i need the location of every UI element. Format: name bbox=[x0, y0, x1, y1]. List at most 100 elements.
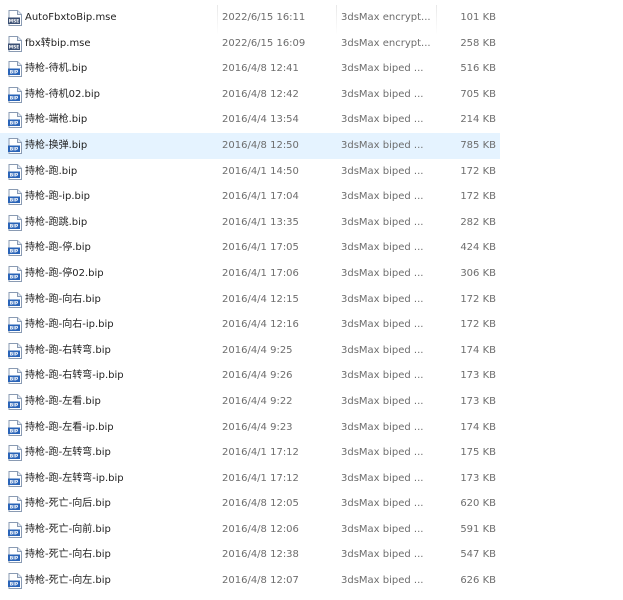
file-row[interactable]: BIP 持枪-待机.bip 2016/4/8 12:41 3dsMax biped .… bbox=[0, 56, 500, 82]
file-type: 3dsMax biped ... bbox=[341, 498, 424, 510]
svg-text:BIP: BIP bbox=[10, 403, 19, 409]
file-row[interactable]: BIP 持枪-端枪.bip 2016/4/4 13:54 3dsMax biped .… bbox=[0, 107, 500, 133]
file-row[interactable]: BIP 持枪-跑-左转弯-ip.bip 2016/4/1 17:12 3dsMax b… bbox=[0, 466, 500, 492]
file-row[interactable]: BIP 持枪-跑-左转弯.bip 2016/4/1 17:12 3dsMax bipe… bbox=[0, 440, 500, 466]
file-date-modified: 2016/4/4 12:15 bbox=[222, 293, 299, 305]
svg-text:BIP: BIP bbox=[10, 351, 19, 357]
svg-text:BIP: BIP bbox=[10, 223, 19, 229]
file-row[interactable]: BIP 持枪-死亡-向后.bip 2016/4/8 12:05 3dsMax bipe… bbox=[0, 491, 500, 517]
file-name[interactable]: 持枪-跑-右转弯-ip.bip bbox=[25, 363, 215, 389]
file-date-modified: 2016/4/1 17:04 bbox=[222, 191, 299, 203]
file-name[interactable]: 持枪-跑-右转弯.bip bbox=[25, 338, 215, 364]
file-name[interactable]: 持枪-跑-停.bip bbox=[25, 235, 215, 261]
file-type: 3dsMax biped ... bbox=[341, 88, 424, 100]
bip-file-icon: BIP bbox=[8, 265, 22, 282]
file-type: 3dsMax biped ... bbox=[341, 319, 424, 331]
bip-file-icon: BIP bbox=[8, 419, 22, 436]
file-size: 172 KB bbox=[460, 293, 496, 305]
bip-file-icon: BIP bbox=[8, 496, 22, 513]
file-row[interactable]: BIP 持枪-死亡-向前.bip 2016/4/8 12:06 3dsMax bipe… bbox=[0, 517, 500, 543]
file-size: 173 KB bbox=[460, 395, 496, 407]
file-row[interactable]: BIP 持枪-跑-停02.bip 2016/4/1 17:06 3dsMax bipe… bbox=[0, 261, 500, 287]
bip-file-icon: BIP bbox=[8, 368, 22, 385]
file-row[interactable]: BIP 持枪-待机02.bip 2016/4/8 12:42 3dsMax biped… bbox=[0, 82, 500, 108]
file-row[interactable]: MSE AutoFbxtoBip.mse 2022/6/15 16:11 3dsMax… bbox=[0, 5, 500, 31]
file-name[interactable]: 持枪-跑-向右-ip.bip bbox=[25, 312, 215, 338]
file-type: 3dsMax biped ... bbox=[341, 267, 424, 279]
file-row[interactable]: BIP 持枪-跑-左看-ip.bip 2016/4/4 9:23 3dsMax bip… bbox=[0, 415, 500, 441]
file-name[interactable]: 持枪-跑跳.bip bbox=[25, 210, 215, 236]
file-row[interactable]: BIP 持枪-死亡-向右.bip 2016/4/8 12:38 3dsMax bipe… bbox=[0, 542, 500, 568]
svg-text:BIP: BIP bbox=[10, 198, 19, 204]
file-name[interactable]: 持枪-死亡-向右.bip bbox=[25, 542, 215, 568]
file-date-modified: 2016/4/4 9:23 bbox=[222, 421, 293, 433]
file-name[interactable]: 持枪-待机.bip bbox=[25, 56, 215, 82]
file-name[interactable]: 持枪-跑-向右.bip bbox=[25, 287, 215, 313]
file-row[interactable]: BIP 持枪-跑-向右-ip.bip 2016/4/4 12:16 3dsMax bi… bbox=[0, 312, 500, 338]
file-type: 3dsMax encrypt... bbox=[341, 37, 431, 49]
file-size: 424 KB bbox=[460, 242, 496, 254]
file-name[interactable]: fbx转bip.mse bbox=[25, 31, 215, 57]
file-row[interactable]: BIP 持枪-死亡-向左.bip 2016/4/8 12:07 3dsMax bipe… bbox=[0, 568, 500, 594]
file-size: 101 KB bbox=[460, 12, 496, 23]
file-date-modified: 2016/4/1 14:50 bbox=[222, 165, 299, 177]
file-size: 172 KB bbox=[460, 165, 496, 177]
file-row[interactable]: BIP 持枪-跑-右转弯-ip.bip 2016/4/4 9:26 3dsMax bi… bbox=[0, 363, 500, 389]
svg-text:BIP: BIP bbox=[10, 556, 19, 562]
svg-text:BIP: BIP bbox=[10, 479, 19, 485]
file-name[interactable]: 持枪-死亡-向左.bip bbox=[25, 568, 215, 594]
svg-text:BIP: BIP bbox=[10, 147, 19, 153]
file-date-modified: 2016/4/8 12:06 bbox=[222, 523, 299, 535]
file-date-modified: 2022/6/15 16:09 bbox=[222, 37, 306, 49]
file-type: 3dsMax biped ... bbox=[341, 472, 424, 484]
file-row[interactable]: MSE fbx转bip.mse 2022/6/15 16:09 3dsMax encr… bbox=[0, 31, 500, 57]
file-row[interactable]: BIP 持枪-换弹.bip 2016/4/8 12:50 3dsMax biped .… bbox=[0, 132, 500, 159]
svg-text:MSE: MSE bbox=[9, 44, 20, 50]
file-date-modified: 2016/4/8 12:50 bbox=[222, 139, 299, 151]
file-date-modified: 2016/4/8 12:41 bbox=[222, 63, 299, 75]
bip-file-icon: BIP bbox=[8, 291, 22, 308]
svg-text:BIP: BIP bbox=[10, 121, 19, 127]
file-size: 172 KB bbox=[460, 191, 496, 203]
file-size: 591 KB bbox=[460, 523, 496, 535]
bip-file-icon: BIP bbox=[8, 521, 22, 538]
svg-text:BIP: BIP bbox=[10, 505, 19, 511]
file-rows: MSE AutoFbxtoBip.mse 2022/6/15 16:11 3dsMax… bbox=[0, 5, 623, 594]
file-row[interactable]: BIP 持枪-跑跳.bip 2016/4/1 13:35 3dsMax biped .… bbox=[0, 210, 500, 236]
file-size: 258 KB bbox=[460, 37, 496, 49]
svg-text:BIP: BIP bbox=[10, 530, 19, 536]
file-date-modified: 2016/4/1 17:12 bbox=[222, 472, 299, 484]
file-name[interactable]: 持枪-跑-左看-ip.bip bbox=[25, 415, 215, 441]
file-name[interactable]: 持枪-跑-左转弯-ip.bip bbox=[25, 466, 215, 492]
file-type: 3dsMax biped ... bbox=[341, 216, 424, 228]
file-name[interactable]: AutoFbxtoBip.mse bbox=[25, 5, 215, 31]
file-size: 174 KB bbox=[460, 344, 496, 356]
file-row[interactable]: BIP 持枪-跑-右转弯.bip 2016/4/4 9:25 3dsMax biped… bbox=[0, 338, 500, 364]
file-row[interactable]: BIP 持枪-跑-左看.bip 2016/4/4 9:22 3dsMax biped … bbox=[0, 389, 500, 415]
file-date-modified: 2022/6/15 16:11 bbox=[222, 12, 306, 23]
file-name[interactable]: 持枪-死亡-向后.bip bbox=[25, 491, 215, 517]
svg-text:BIP: BIP bbox=[10, 428, 19, 434]
file-row[interactable]: BIP 持枪-跑-停.bip 2016/4/1 17:05 3dsMax biped … bbox=[0, 235, 500, 261]
bip-file-icon: BIP bbox=[8, 240, 22, 257]
svg-text:BIP: BIP bbox=[10, 377, 19, 383]
file-type: 3dsMax biped ... bbox=[341, 370, 424, 382]
file-type: 3dsMax biped ... bbox=[341, 523, 424, 535]
file-name[interactable]: 持枪-端枪.bip bbox=[25, 107, 215, 133]
file-row[interactable]: BIP 持枪-跑-向右.bip 2016/4/4 12:15 3dsMax biped… bbox=[0, 287, 500, 313]
file-size: 306 KB bbox=[460, 267, 496, 279]
file-type: 3dsMax biped ... bbox=[341, 139, 424, 151]
file-row[interactable]: BIP 持枪-跑.bip 2016/4/1 14:50 3dsMax biped ..… bbox=[0, 159, 500, 185]
bip-file-icon: BIP bbox=[8, 342, 22, 359]
file-name[interactable]: 持枪-跑-左看.bip bbox=[25, 389, 215, 415]
file-name[interactable]: 持枪-死亡-向前.bip bbox=[25, 517, 215, 543]
file-name[interactable]: 持枪-跑-左转弯.bip bbox=[25, 440, 215, 466]
file-name[interactable]: 持枪-换弹.bip bbox=[25, 133, 215, 159]
file-name[interactable]: 持枪-待机02.bip bbox=[25, 82, 215, 108]
file-row[interactable]: BIP 持枪-跑-ip.bip 2016/4/1 17:04 3dsMax biped… bbox=[0, 184, 500, 210]
file-name[interactable]: 持枪-跑.bip bbox=[25, 159, 215, 185]
file-name[interactable]: 持枪-跑-ip.bip bbox=[25, 184, 215, 210]
file-date-modified: 2016/4/8 12:38 bbox=[222, 549, 299, 561]
file-name[interactable]: 持枪-跑-停02.bip bbox=[25, 261, 215, 287]
file-type: 3dsMax biped ... bbox=[341, 114, 424, 126]
